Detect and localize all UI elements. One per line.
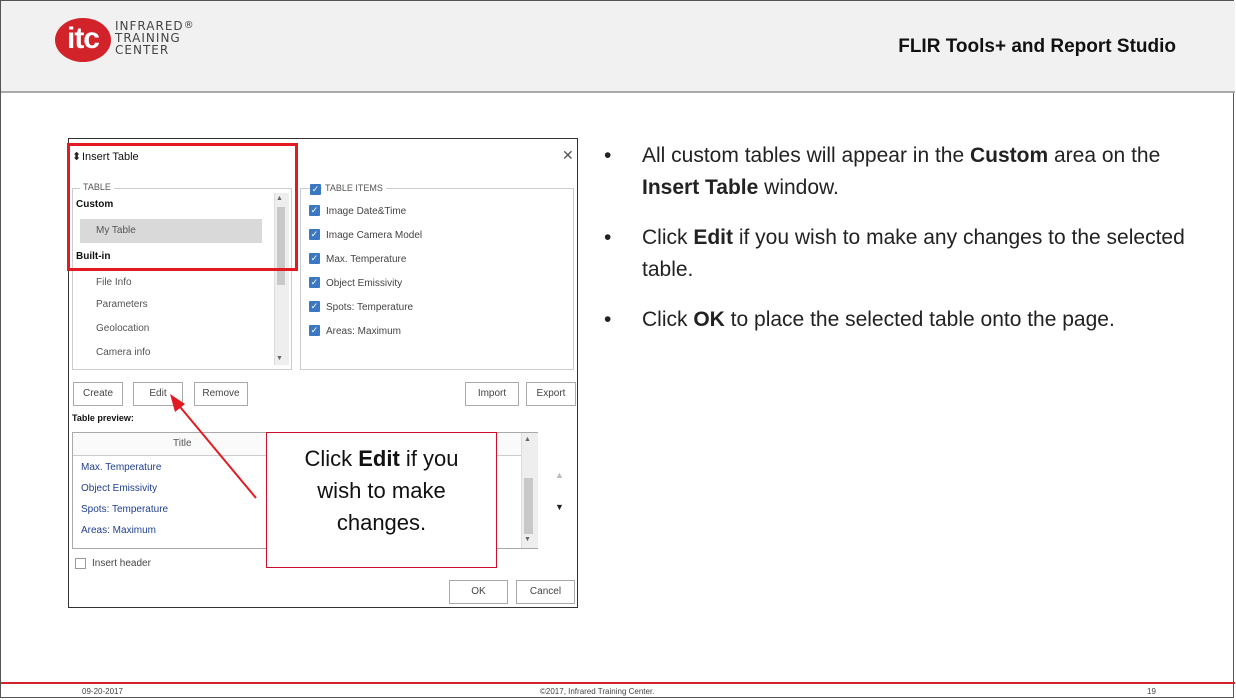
callout-line-3: changes. — [336, 510, 427, 535]
bullet-item: • All custom tables will appear in the Cu… — [604, 140, 1194, 204]
preview-row: Object Emissivity — [81, 483, 158, 494]
ok-button[interactable]: OK — [449, 580, 508, 604]
table-preview-label: Table preview: — [72, 413, 134, 423]
bullet-text: All custom tables will appear in the — [642, 144, 970, 167]
table-items-label: TABLE ITEMS — [322, 183, 386, 193]
list-item-parameters[interactable]: Parameters — [96, 299, 148, 310]
move-up-icon[interactable]: ▲ — [555, 470, 564, 480]
bullet-text: area on the — [1048, 144, 1161, 167]
item-label: Areas: Maximum — [326, 326, 402, 337]
list-item-camera-info[interactable]: Camera info — [96, 347, 150, 358]
item-label: Object Emissivity — [326, 278, 403, 289]
callout-text: Click — [304, 446, 359, 471]
bullet-item: • Click OK to place the selected table on… — [604, 304, 1194, 336]
bullet-list: • All custom tables will appear in the Cu… — [604, 140, 1194, 354]
bullet-bold-text: Insert Table — [642, 176, 759, 199]
footer-date: 09-20-2017 — [82, 687, 123, 696]
import-button[interactable]: Import — [465, 382, 519, 406]
item-label: Image Date&Time — [326, 206, 407, 217]
list-item-geolocation[interactable]: Geolocation — [96, 323, 149, 334]
table-items-checkbox[interactable]: ✓ — [310, 184, 321, 195]
item-label: Max. Temperature — [326, 254, 407, 265]
bullet-bold-text: OK — [693, 308, 725, 331]
list-item-file-info[interactable]: File Info — [96, 277, 132, 288]
bullet-bold-text: Custom — [970, 144, 1049, 167]
insert-header-label: Insert header — [92, 558, 151, 569]
bullet-bold-text: Edit — [693, 226, 734, 249]
item-checkbox[interactable]: ✓ — [309, 253, 320, 264]
bullet-dot: • — [604, 308, 612, 331]
footer-copyright: ©2017, Infrared Training Center. — [540, 687, 655, 696]
callout-text: if you — [399, 446, 459, 471]
item-checkbox[interactable]: ✓ — [309, 325, 320, 336]
item-checkbox[interactable]: ✓ — [309, 229, 320, 240]
create-button[interactable]: Create — [73, 382, 123, 406]
cancel-button[interactable]: Cancel — [516, 580, 575, 604]
insert-header-checkbox[interactable] — [75, 558, 86, 569]
item-label: Spots: Temperature — [326, 302, 414, 313]
callout-line-1: Click Edit if you — [267, 443, 496, 475]
callout-line-2: wish to make — [317, 478, 446, 503]
registered-mark: ® — [183, 20, 195, 31]
bullet-text: window. — [758, 176, 839, 199]
edit-callout: Click Edit if you wish to make changes. — [266, 432, 497, 568]
bullet-dot: • — [604, 226, 612, 249]
scroll-down-icon[interactable]: ▼ — [524, 536, 531, 543]
callout-bold: Edit — [358, 446, 400, 471]
bullet-text: to place the selected table onto the pag… — [724, 308, 1115, 331]
itc-logo-text: INFRARED® TRAINING CENTER — [115, 20, 195, 56]
preview-row: Max. Temperature — [81, 462, 162, 473]
callout-arrow-line — [175, 401, 257, 499]
preview-row: Areas: Maximum — [81, 525, 157, 536]
scroll-down-icon[interactable]: ▼ — [276, 355, 283, 362]
item-checkbox[interactable]: ✓ — [309, 301, 320, 312]
move-down-icon[interactable]: ▼ — [555, 502, 564, 512]
close-icon[interactable]: ✕ — [562, 147, 574, 164]
bullet-text: Click — [642, 226, 694, 249]
page-number: 19 — [1147, 687, 1156, 696]
preview-scrollbar-thumb[interactable] — [524, 478, 533, 534]
slide-title: FLIR Tools+ and Report Studio — [898, 36, 1176, 57]
callout-arrow — [170, 394, 257, 499]
bullet-item: • Click Edit if you wish to make any chan… — [604, 222, 1194, 286]
footer-rule — [1, 682, 1235, 684]
item-checkbox[interactable]: ✓ — [309, 205, 320, 216]
bullet-dot: • — [604, 144, 612, 167]
bullet-text: Click — [642, 308, 694, 331]
itc-logo-mark: itc — [55, 18, 111, 62]
logo-line-3: CENTER — [115, 43, 170, 57]
item-label: Image Camera Model — [326, 230, 423, 241]
item-checkbox[interactable]: ✓ — [309, 277, 320, 288]
highlight-box — [67, 143, 298, 271]
export-button[interactable]: Export — [526, 382, 576, 406]
scroll-up-icon[interactable]: ▲ — [524, 436, 531, 443]
preview-row: Spots: Temperature — [81, 504, 169, 515]
